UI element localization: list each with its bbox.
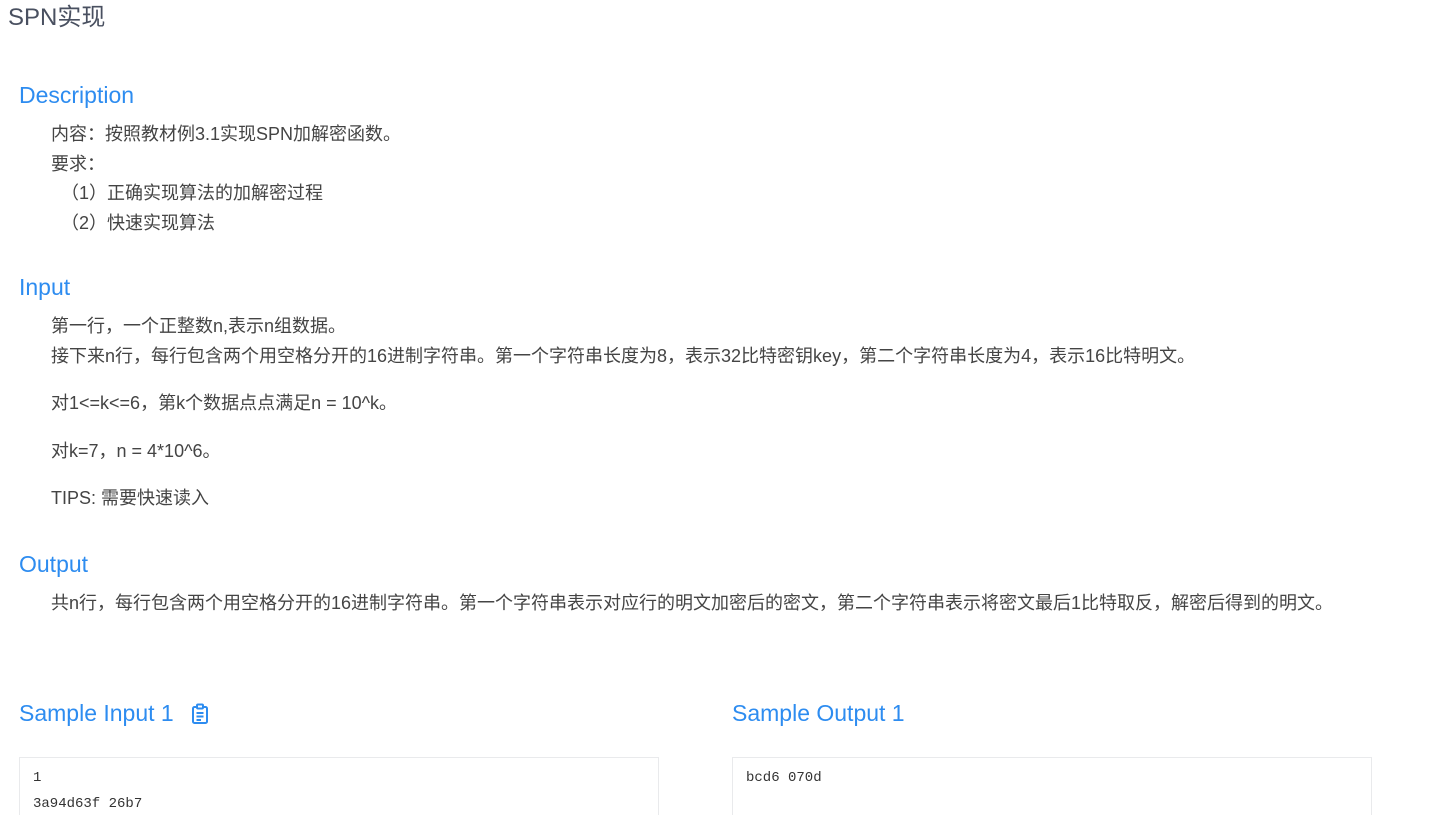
output-text: 共n行，每行包含两个用空格分开的16进制字符串。第一个字符串表示对应行的明文加密… xyxy=(51,593,1334,613)
sample-output-box[interactable]: bcd6 070d xyxy=(732,757,1372,815)
sample-input-heading: Sample Input 1 xyxy=(19,698,210,728)
output-content: 共n行，每行包含两个用空格分开的16进制字符串。第一个字符串表示对应行的明文加密… xyxy=(51,589,1421,619)
description-line: 内容：按照教材例3.1实现SPN加解密函数。 xyxy=(51,124,402,144)
sample-input-box[interactable]: 1 3a94d63f 26b7 xyxy=(19,757,659,815)
input-line: 第一行，一个正整数n,表示n组数据。 xyxy=(51,316,347,336)
sample-input-line: 3a94d63f 26b7 xyxy=(33,796,143,812)
sample-output-title: Sample Output 1 xyxy=(732,700,905,726)
sample-output-line: bcd6 070d xyxy=(746,770,822,786)
input-content: 第一行，一个正整数n,表示n组数据。 接下来n行，每行包含两个用空格分开的16进… xyxy=(51,312,1421,514)
description-line: 要求： xyxy=(51,153,105,174)
input-line: TIPS: 需要快速读入 xyxy=(51,488,210,508)
output-heading: Output xyxy=(19,551,89,577)
problem-page: SPN实现 Description 内容：按照教材例3.1实现SPN加解密函数。… xyxy=(0,0,1441,815)
description-content: 内容：按照教材例3.1实现SPN加解密函数。 要求： （1）正确实现算法的加解密… xyxy=(51,120,1421,238)
description-line: （2）快速实现算法 xyxy=(61,212,216,233)
sample-input-title: Sample Input 1 xyxy=(19,700,174,726)
description-line: （1）正确实现算法的加解密过程 xyxy=(61,183,324,203)
page-title: SPN实现 xyxy=(8,4,106,31)
sample-output-heading: Sample Output 1 xyxy=(732,698,905,728)
input-line: 接下来n行，每行包含两个用空格分开的16进制字符串。第一个字符串长度为8，表示3… xyxy=(51,345,1196,366)
clipboard-icon[interactable] xyxy=(190,702,210,724)
sample-input-line: 1 xyxy=(33,770,42,786)
input-line: 对k=7，n = 4*10^6。 xyxy=(51,440,221,461)
input-line: 对1<=k<=6，第k个数据点点满足n = 10^k。 xyxy=(51,393,398,413)
description-heading: Description xyxy=(19,82,135,108)
input-heading: Input xyxy=(19,274,71,300)
